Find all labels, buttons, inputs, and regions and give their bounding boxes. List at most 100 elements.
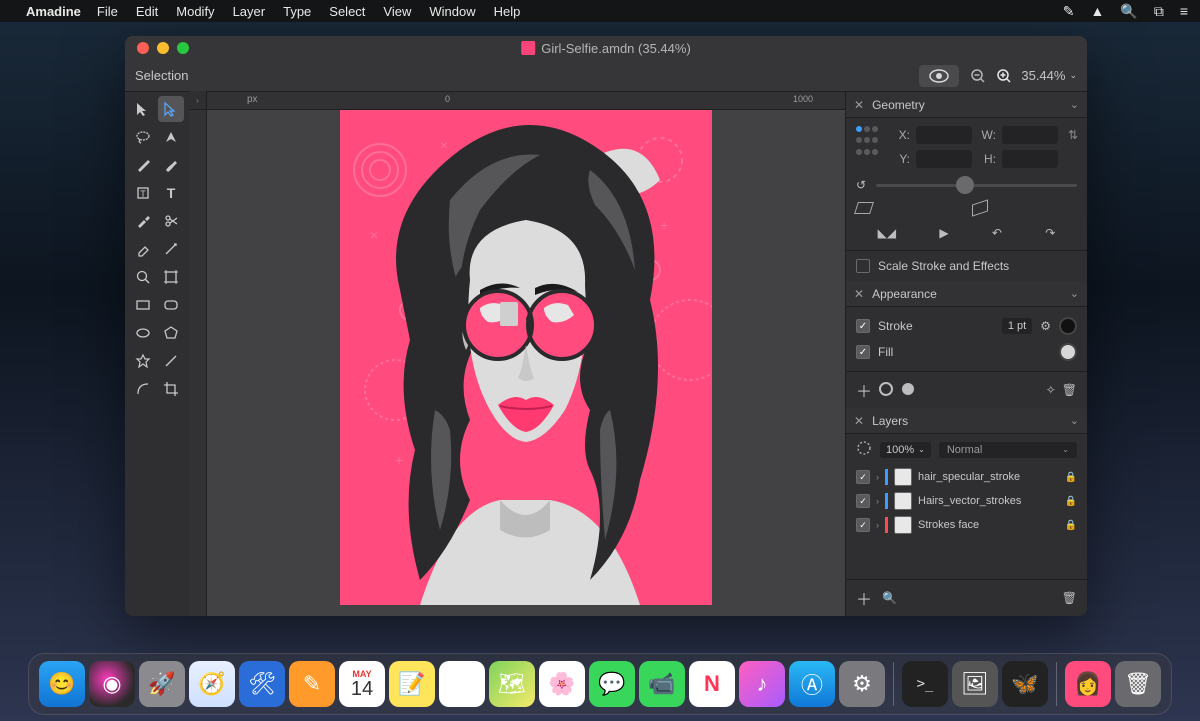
artboard[interactable]: × × + +	[340, 110, 712, 605]
fill-checkbox[interactable]: ✓	[856, 345, 870, 359]
opacity-field[interactable]: 100%⌄	[880, 442, 931, 458]
canvas-viewport[interactable]: × × + +	[207, 110, 845, 616]
eyedropper-tool[interactable]	[130, 208, 156, 234]
lock-icon[interactable]: 🔒	[1065, 496, 1077, 507]
disclosure-icon[interactable]: ›	[876, 472, 879, 482]
rotate-slider[interactable]	[876, 184, 1077, 187]
delete-layer-button[interactable]: 🗑	[1062, 591, 1077, 605]
fill-mode-icon[interactable]	[900, 381, 916, 400]
dock-amadine[interactable]: 🦋	[1002, 661, 1048, 707]
rounded-rectangle-tool[interactable]	[158, 292, 184, 318]
minimize-button[interactable]	[157, 42, 169, 54]
move-tool[interactable]	[130, 96, 156, 122]
ruler-corner[interactable]: ›	[189, 91, 207, 109]
lock-icon[interactable]: 🔒	[1065, 520, 1077, 531]
app-menu[interactable]: Amadine	[26, 4, 81, 19]
opacity-icon[interactable]	[856, 440, 872, 459]
appearance-panel-header[interactable]: ✕ Appearance ⌄	[846, 281, 1087, 307]
fill-row[interactable]: ✓ Fill	[856, 339, 1077, 365]
status-search-icon[interactable]: 🔍	[1120, 3, 1137, 20]
dock-preview-image[interactable]: 🖼	[952, 661, 998, 707]
line-tool[interactable]	[158, 348, 184, 374]
layers-panel-header[interactable]: ✕ Layers ⌄	[846, 408, 1087, 434]
zoom-tool[interactable]	[130, 264, 156, 290]
add-layer-button[interactable]: ＋	[856, 586, 872, 610]
scissors-tool[interactable]	[158, 208, 184, 234]
close-button[interactable]	[137, 42, 149, 54]
dock-pages[interactable]: ✎	[289, 661, 335, 707]
dock-calendar[interactable]: MAY14	[339, 661, 385, 707]
horizontal-ruler[interactable]: › px 0 1000	[189, 92, 845, 110]
menu-edit[interactable]: Edit	[136, 4, 158, 19]
flip-v-button[interactable]: ▶	[939, 226, 948, 240]
dock-messages[interactable]: 💬	[589, 661, 635, 707]
gear-icon[interactable]: ⚙	[1040, 319, 1051, 333]
pen-tool[interactable]	[158, 124, 184, 150]
menu-modify[interactable]: Modify	[176, 4, 214, 19]
link-wh-icon[interactable]: ⇅	[1068, 128, 1078, 142]
layer-row[interactable]: ✓ › hair_specular_stroke 🔒	[846, 465, 1087, 489]
dock-itunes[interactable]: ♪	[739, 661, 785, 707]
menu-select[interactable]: Select	[329, 4, 365, 19]
dock-document[interactable]: 👩	[1065, 661, 1111, 707]
scale-stroke-checkbox[interactable]	[856, 259, 870, 273]
path-text-tool[interactable]: T	[130, 180, 156, 206]
eraser-tool[interactable]	[130, 236, 156, 262]
brush-tool[interactable]	[158, 152, 184, 178]
zoom-in-button[interactable]	[995, 67, 1013, 85]
stroke-color-swatch[interactable]	[1059, 317, 1077, 335]
x-field[interactable]	[916, 126, 972, 144]
menu-file[interactable]: File	[97, 4, 118, 19]
layer-visible-checkbox[interactable]: ✓	[856, 518, 870, 532]
ellipse-tool[interactable]	[130, 320, 156, 346]
close-icon[interactable]: ✕	[854, 287, 864, 301]
dock-trash[interactable]: 🗑	[1115, 661, 1161, 707]
pencil-tool[interactable]	[130, 152, 156, 178]
dock-system-prefs[interactable]: ⚙	[839, 661, 885, 707]
menu-layer[interactable]: Layer	[233, 4, 266, 19]
layer-name[interactable]: hair_specular_stroke	[918, 471, 1020, 483]
artboard-tool[interactable]	[158, 264, 184, 290]
crop-tool[interactable]	[158, 376, 184, 402]
fill-color-swatch[interactable]	[1059, 343, 1077, 361]
effects-icon[interactable]: ✧	[1046, 383, 1056, 397]
geometry-panel-header[interactable]: ✕ Geometry ⌄	[846, 92, 1087, 118]
undo-transform-button[interactable]: ↶	[992, 226, 1002, 240]
dock-facetime[interactable]: 📹	[639, 661, 685, 707]
status-cc-icon[interactable]: ⧉	[1154, 3, 1164, 20]
dock-appstore[interactable]: Ⓐ	[789, 661, 835, 707]
polygon-tool[interactable]	[158, 320, 184, 346]
stroke-width-field[interactable]: 1 pt	[1002, 318, 1032, 334]
shear-h-icon[interactable]	[854, 202, 874, 214]
y-field[interactable]	[916, 150, 972, 168]
zoom-out-button[interactable]	[969, 67, 987, 85]
menu-view[interactable]: View	[383, 4, 411, 19]
stroke-row[interactable]: ✓ Stroke 1 pt ⚙	[856, 313, 1077, 339]
dock-launchpad[interactable]: 🚀	[139, 661, 185, 707]
search-layers-button[interactable]: 🔍	[882, 591, 897, 605]
zoom-button[interactable]	[177, 42, 189, 54]
dock-notes[interactable]: 📝	[389, 661, 435, 707]
layer-visible-checkbox[interactable]: ✓	[856, 470, 870, 484]
menu-type[interactable]: Type	[283, 4, 311, 19]
h-field[interactable]	[1002, 150, 1058, 168]
dock-maps[interactable]: 🗺	[489, 661, 535, 707]
preview-toggle[interactable]	[919, 65, 959, 87]
dock-safari[interactable]: 🧭	[189, 661, 235, 707]
shear-v-field[interactable]	[998, 200, 1078, 216]
dock-finder[interactable]: 😊	[39, 661, 85, 707]
dock-reminders[interactable]: ☑︎	[439, 661, 485, 707]
menu-window[interactable]: Window	[429, 4, 475, 19]
stroke-checkbox[interactable]: ✓	[856, 319, 870, 333]
w-field[interactable]	[1002, 126, 1058, 144]
anchor-grid[interactable]	[856, 126, 878, 158]
shear-h-field[interactable]	[882, 200, 962, 216]
dock-terminal[interactable]: >_	[902, 661, 948, 707]
blend-mode-select[interactable]: Normal⌄	[939, 442, 1077, 458]
menu-help[interactable]: Help	[494, 4, 521, 19]
layer-visible-checkbox[interactable]: ✓	[856, 494, 870, 508]
rotate-icon[interactable]: ↺	[856, 178, 866, 192]
layer-name[interactable]: Strokes face	[918, 519, 979, 531]
layer-name[interactable]: Hairs_vector_strokes	[918, 495, 1021, 507]
zoom-value[interactable]: 35.44%⌄	[1021, 68, 1077, 83]
